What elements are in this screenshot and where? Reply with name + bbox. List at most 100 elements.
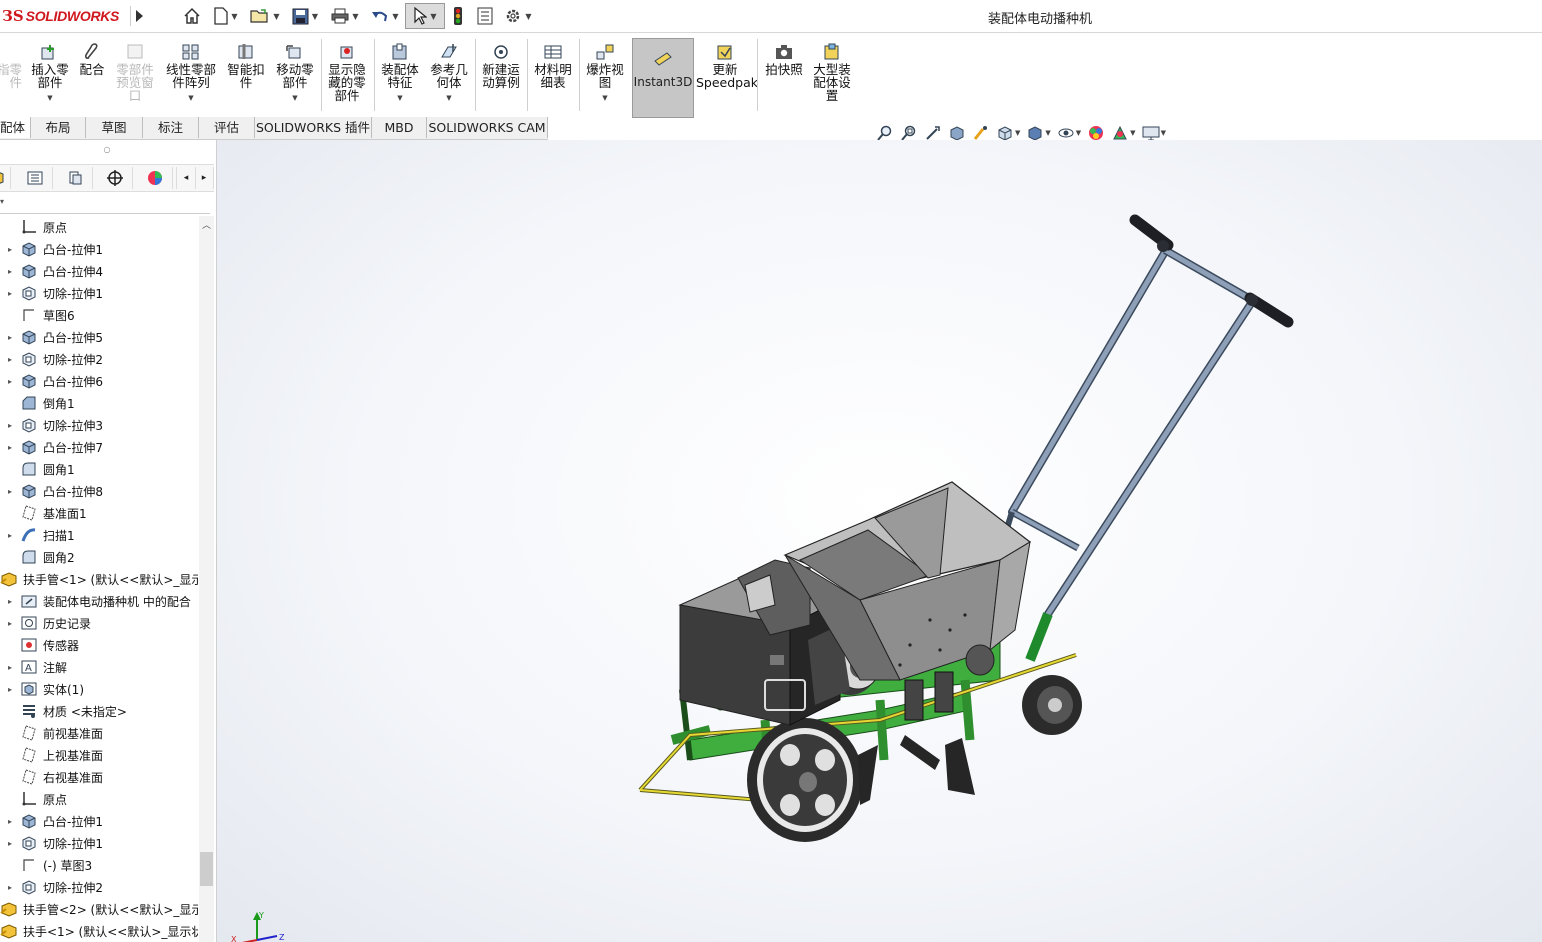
tree-item[interactable]: 前视基准面 [0,722,198,744]
tree-item[interactable]: ▸ 凸台-拉伸8 [0,480,198,502]
tree-item[interactable]: ▸ 装配体电动播种机 中的配合 [0,590,198,612]
seed-meter-1[interactable] [904,679,924,721]
tree-item[interactable]: 扶手管<2> (默认<<默认>_显示 [0,898,198,920]
menu-expand-arrow[interactable] [130,6,147,26]
scroll-up-arrow-icon[interactable]: ︿ [199,218,214,232]
dropdown-arrow-icon[interactable]: ▼ [162,92,220,105]
new-document-icon[interactable]: ▼ [210,6,242,26]
furrow-opener-2[interactable] [945,738,975,795]
tree-item[interactable]: 传感器 [0,634,198,656]
take-snapshot-button[interactable]: 拍快照 [762,43,806,76]
tab-sketch[interactable]: 草图 [86,117,143,138]
tree-item[interactable]: ▸ 切除-拉伸2 [0,348,198,370]
large-assembly-settings-button[interactable]: 大型装 配体设置 [808,43,856,102]
tree-item[interactable]: 上视基准面 [0,744,198,766]
dropdown-arrow-icon[interactable]: ▼ [28,92,72,105]
tree-item[interactable]: 扶手管<1> (默认<<默认>_显示 [0,568,198,590]
expand-arrow-icon[interactable]: ▸ [6,487,14,496]
furrow-opener-3[interactable] [900,735,940,770]
tab-scroll-left-icon[interactable]: ◂ [176,167,196,189]
smart-fasteners-button[interactable]: 智能扣件 [224,43,268,89]
new-motion-study-button[interactable]: 新建运 动算例 [478,43,524,89]
file-properties-icon[interactable] [475,6,495,26]
tree-item[interactable]: ▸ 凸台-拉伸6 [0,370,198,392]
expand-arrow-icon[interactable]: ▸ [6,245,14,254]
cut-off-command[interactable]: 指零 件 [0,43,22,89]
apply-scene-dropdown[interactable]: ▼ [1130,129,1135,137]
tab-layout[interactable]: 布局 [31,117,86,138]
graphics-area[interactable]: X Y Z [217,140,1542,942]
dropdown-arrow-icon[interactable]: ▼ [426,92,472,105]
expand-arrow-icon[interactable]: ▸ [6,597,14,606]
configuration-manager-icon[interactable] [58,167,93,189]
expand-arrow-icon[interactable]: ▸ [6,333,14,342]
assembly-features-button[interactable]: 装配体 特征 ▼ [377,43,423,105]
expand-arrow-icon[interactable]: ▸ [6,883,14,892]
view-settings-dropdown[interactable]: ▼ [1161,129,1166,137]
tree-item[interactable]: ▸ A 注解 [0,656,198,678]
tab-markup[interactable]: 标注 [143,117,199,138]
expand-arrow-icon[interactable]: ▸ [6,531,14,540]
solidworks-logo[interactable]: ЗS SOLIDWORKS [0,0,126,32]
furrow-opener-1[interactable] [858,745,878,805]
tree-item[interactable]: ▸ 凸台-拉伸5 [0,326,198,348]
tree-item[interactable]: 圆角2 [0,546,198,568]
tree-item[interactable]: 右视基准面 [0,766,198,788]
dropdown-arrow-icon[interactable]: ▼ [272,92,318,105]
panel-grip-icon[interactable]: ○ [0,140,214,160]
property-manager-icon[interactable] [18,167,53,189]
expand-arrow-icon[interactable]: ▸ [6,619,14,628]
insert-components-button[interactable]: 插入零 部件 ▼ [28,43,72,105]
rear-press-wheel[interactable] [1022,675,1082,735]
tree-item[interactable]: ▸ 凸台-拉伸1 [0,238,198,260]
feature-manager-icon[interactable] [0,167,11,189]
dimxpert-icon[interactable] [98,167,133,189]
tree-item[interactable]: ▸ 切除-拉伸1 [0,832,198,854]
tree-item[interactable]: ▸ 切除-拉伸3 [0,414,198,436]
tree-scrollbar[interactable]: ︿ [199,216,214,942]
tab-solidworks-addins[interactable]: SOLIDWORKS 插件 [255,117,372,138]
expand-arrow-icon[interactable]: ▸ [6,685,14,694]
tree-item[interactable]: 草图6 [0,304,198,326]
tree-item[interactable]: 原点 [0,216,198,238]
tree-item[interactable]: ▸ 扫描1 [0,524,198,546]
display-style-dropdown[interactable]: ▼ [1045,129,1050,137]
filter-dropdown-icon[interactable]: ▾ [0,197,4,206]
tree-item[interactable]: 扶手<1> (默认<<默认>_显示状 [0,920,198,942]
seed-meter-2[interactable] [934,671,954,713]
tab-mbd[interactable]: MBD [372,117,427,138]
tab-scroll-right-icon[interactable]: ▸ [195,167,214,189]
tree-item[interactable]: ▸ 实体(1) [0,678,198,700]
scrollbar-thumb[interactable] [200,852,213,886]
reference-geometry-button[interactable]: 参考几 何体 ▼ [426,43,472,105]
exploded-view-button[interactable]: 爆炸视图 ▼ [582,43,628,105]
tree-item[interactable]: 倒角1 [0,392,198,414]
expand-arrow-icon[interactable]: ▸ [6,267,14,276]
home-icon[interactable] [182,6,202,26]
tab-evaluate[interactable]: 评估 [199,117,255,138]
tab-solidworks-cam[interactable]: SOLIDWORKS CAM [427,117,548,138]
options-gear-icon[interactable]: ▼ [500,6,536,26]
expand-arrow-icon[interactable]: ▸ [6,377,14,386]
tree-item[interactable]: 材质 <未指定> [0,700,198,722]
sprocket[interactable] [965,644,995,676]
tree-item[interactable]: ▸ 切除-拉伸1 [0,282,198,304]
expand-arrow-icon[interactable]: ▸ [6,663,14,672]
save-icon[interactable]: ▼ [288,6,322,26]
linear-component-pattern-button[interactable]: 线性零部 件阵列 ▼ [162,43,220,105]
tab-assembly[interactable]: 配体 [0,117,31,138]
bill-of-materials-button[interactable]: 材料明 细表 [530,43,576,89]
tree-item[interactable]: ▸ 切除-拉伸2 [0,876,198,898]
hide-show-dropdown[interactable]: ▼ [1076,129,1081,137]
component-preview-window-button[interactable]: 零部件 预览窗口 [112,43,158,102]
tree-item[interactable]: 基准面1 [0,502,198,524]
display-manager-icon[interactable] [138,167,173,189]
move-component-button[interactable]: 移动零 部件 ▼ [272,43,318,105]
seeder-assembly-model[interactable] [217,140,1542,942]
tree-filter-row[interactable]: ▾ [0,193,210,214]
expand-arrow-icon[interactable]: ▸ [6,289,14,298]
dropdown-arrow-icon[interactable]: ▼ [582,92,628,105]
drive-wheel[interactable] [747,718,863,842]
print-icon[interactable]: ▼ [328,6,362,26]
view-orientation-dropdown[interactable]: ▼ [1015,129,1020,137]
